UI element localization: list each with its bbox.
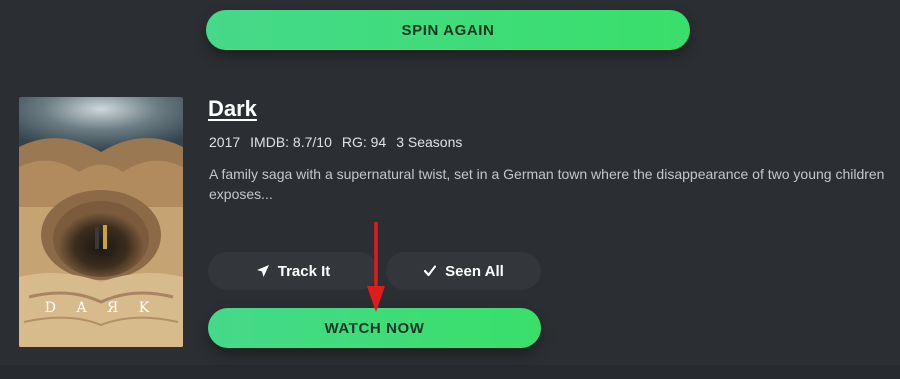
spin-again-label: SPIN AGAIN	[401, 21, 495, 39]
show-imdb: IMDB: 8.7/10	[250, 134, 332, 150]
watch-now-label: WATCH NOW	[324, 319, 425, 337]
poster-logo-text: D A Я K	[45, 300, 157, 316]
show-poster[interactable]: D A Я K	[19, 97, 183, 347]
poster-artwork: D A Я K	[19, 97, 183, 347]
show-title[interactable]: Dark	[208, 96, 257, 122]
seen-all-button[interactable]: Seen All	[386, 252, 541, 290]
checkmark-icon	[423, 264, 437, 278]
show-description: A family saga with a supernatural twist,…	[209, 166, 885, 202]
location-arrow-icon	[256, 264, 270, 278]
track-it-label: Track It	[277, 262, 331, 280]
bottom-band	[0, 365, 900, 379]
show-rg: RG: 94	[341, 134, 387, 150]
seen-all-label: Seen All	[445, 262, 504, 280]
show-year: 2017	[209, 134, 241, 150]
watch-now-button[interactable]: WATCH NOW	[208, 308, 541, 348]
track-it-button[interactable]: Track It	[208, 252, 378, 290]
spin-again-button[interactable]: SPIN AGAIN	[206, 10, 690, 50]
show-meta: 2017 IMDB: 8.7/10 RG: 94 3 Seasons	[209, 134, 462, 150]
show-seasons: 3 Seasons	[396, 134, 463, 150]
